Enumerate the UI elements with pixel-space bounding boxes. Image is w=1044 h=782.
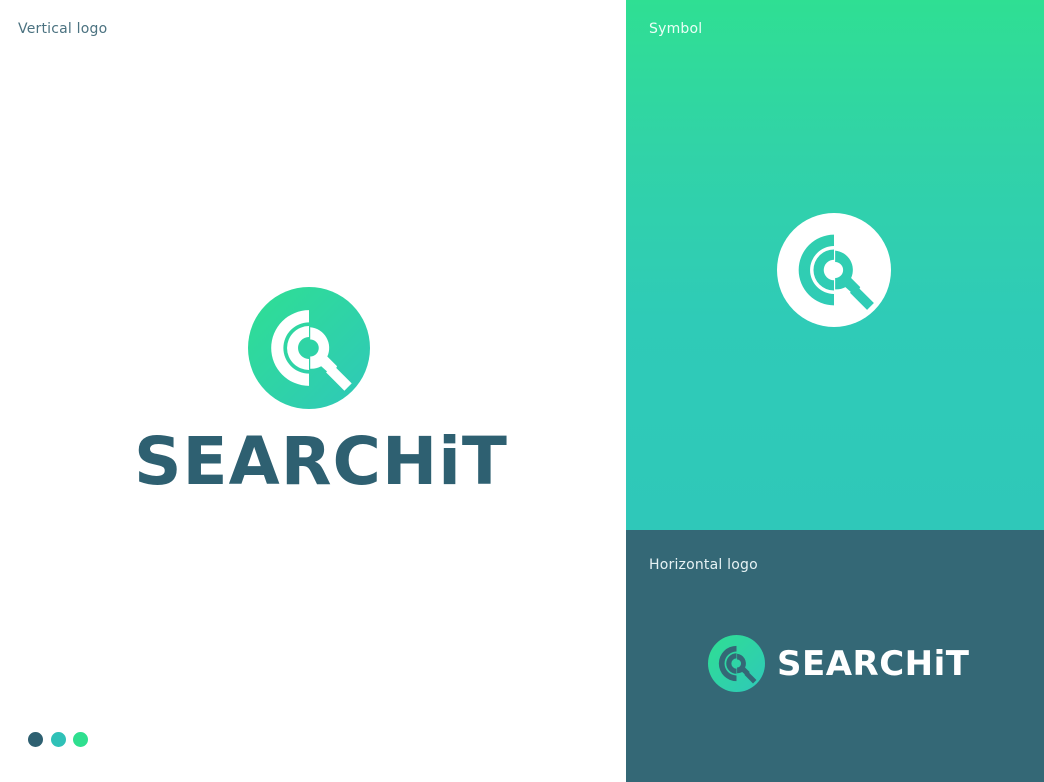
horizontal-logo-label: Horizontal logo	[649, 557, 758, 573]
logo-symbol-icon	[248, 287, 370, 409]
horizontal-logo: SEARCHiT	[708, 635, 970, 692]
horizontal-logo-panel: Horizontal logo SEARCHiT	[626, 530, 1044, 782]
swatch-dark-teal	[28, 732, 43, 747]
vertical-logo-label: Vertical logo	[18, 21, 108, 37]
swatch-teal	[51, 732, 66, 747]
symbol-panel: Symbol	[626, 0, 1044, 530]
vertical-logo-panel: Vertical logo SEARCHiT	[0, 0, 626, 782]
symbol-label: Symbol	[649, 21, 703, 37]
logo-symbol-small-icon	[708, 635, 765, 692]
logo-symbol-white-icon	[777, 213, 891, 327]
brand-wordmark-horizontal: SEARCHiT	[777, 644, 970, 684]
swatch-green	[73, 732, 88, 747]
brand-wordmark: SEARCHiT	[134, 423, 508, 500]
